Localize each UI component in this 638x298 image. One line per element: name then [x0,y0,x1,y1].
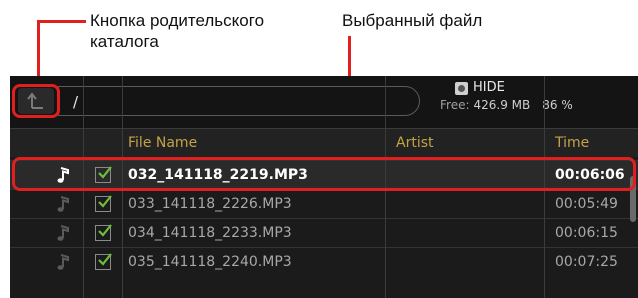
free-label: Free: [440,98,470,112]
checkbox-checked-icon [98,253,112,266]
col-file-name[interactable]: File Name [128,135,197,151]
file-time: 00:07:25 [555,254,618,270]
callout-parent-line1: Кнопка родительского [90,11,265,30]
music-note-icon [57,225,69,241]
file-time: 00:05:49 [555,196,618,212]
checkbox[interactable] [95,253,112,270]
callout-selected-file: Выбранный файл [342,11,483,30]
callout-parent-line2: каталога [90,32,159,51]
col-artist[interactable]: Artist [396,135,434,151]
file-name: 033_141118_2226.MP3 [128,196,292,212]
music-note-icon [57,196,69,212]
leader-parent-corner [37,20,51,23]
file-time: 00:06:15 [555,225,618,241]
media-name: HIDE [473,80,505,95]
path-text: / [73,93,79,111]
music-note-icon [57,254,69,270]
path-display: / [58,86,420,116]
free-space: Free: 426.9 MB 86 % [440,98,573,112]
leader-parent-h [48,20,86,23]
file-name: 034_141118_2233.MP3 [128,225,292,241]
file-name: 035_141118_2240.MP3 [128,254,292,270]
leader-parent-v [37,20,40,81]
media-icon [455,82,468,95]
callout-parent-button: Кнопка родительского каталога [90,10,264,52]
checkbox-checked-icon [98,224,112,237]
checkbox-checked-icon [98,195,112,208]
col-time[interactable]: Time [555,135,589,151]
highlight-selected-file [12,157,636,191]
used-percent: 86 % [542,98,573,112]
checkbox[interactable] [95,224,112,241]
checkbox[interactable] [95,195,112,212]
free-value: 426.9 MB [473,98,531,112]
highlight-parent-button [12,84,60,118]
